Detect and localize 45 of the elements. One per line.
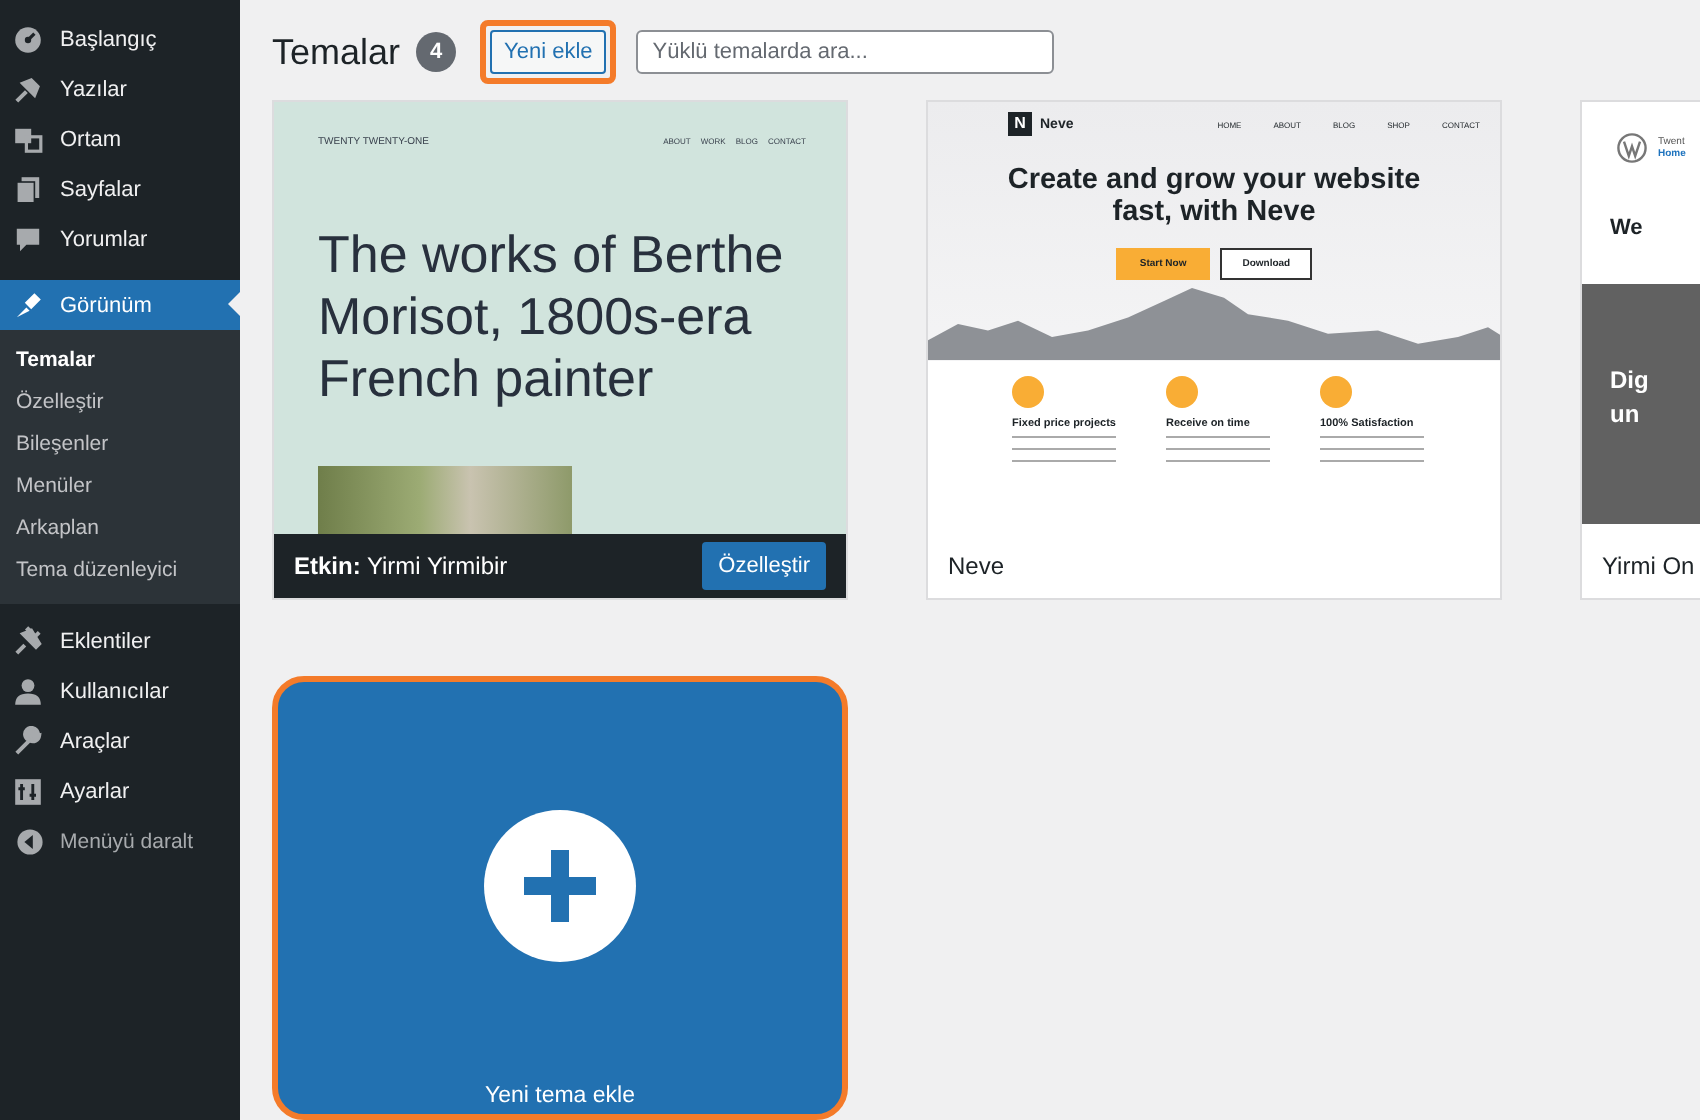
add-theme-label: Yeni tema ekle <box>484 1084 635 1108</box>
sliders-icon <box>12 775 44 807</box>
active-theme-label: Etkin: Yirmi Yirmibir <box>294 552 508 580</box>
submenu-item[interactable]: Arkaplan <box>0 508 240 550</box>
submenu-item[interactable]: Bileşenler <box>0 424 240 466</box>
search-field[interactable]: Yüklü temalarda ara... <box>636 30 1055 74</box>
theme-name: Yirmi On <box>1602 552 1695 580</box>
submenu-item[interactable]: Tema düzenleyici <box>0 550 240 592</box>
sidebar-item[interactable]: Yazılar <box>0 64 240 114</box>
submenu-item[interactable]: Özelleştir <box>0 382 240 424</box>
submenu-item[interactable]: Menüler <box>0 466 240 508</box>
sidebar-item[interactable]: Görünüm <box>0 280 240 330</box>
page-title: Temalar <box>272 31 401 73</box>
collapse-menu-button[interactable]: Menüyü daralt <box>0 816 240 866</box>
wordpress-logo-icon <box>1616 132 1648 164</box>
banner-text: Dig <box>1610 364 1651 398</box>
theme-name: Neve <box>948 552 1005 580</box>
sidebar-item[interactable]: Eklentiler <box>0 616 240 666</box>
pin-icon <box>12 73 44 105</box>
count-badge: 4 <box>416 32 457 72</box>
sidebar-item[interactable]: Kullanıcılar <box>0 666 240 716</box>
plug-icon <box>12 625 44 657</box>
customize-button[interactable]: Özelleştir <box>702 542 826 590</box>
sidebar-item[interactable]: Başlangıç <box>0 14 240 64</box>
preview-heading: We <box>1608 214 1645 244</box>
add-theme-card[interactable]: Yeni tema ekle <box>272 676 848 1120</box>
paintbrush-icon <box>12 289 44 321</box>
sidebar-item[interactable]: Yorumlar <box>0 214 240 264</box>
sidebar-item[interactable]: Ayarlar <box>0 766 240 816</box>
dashboard-icon <box>12 23 44 55</box>
wrench-icon <box>12 725 44 757</box>
sidebar-item[interactable]: Ortam <box>0 114 240 164</box>
logo-mark: N <box>1008 112 1032 136</box>
comment-icon <box>12 223 44 255</box>
submenu-item[interactable]: Temalar <box>0 340 240 382</box>
preview-heading: The works of Berthe Morisot, 1800s-era French painter <box>316 222 786 410</box>
sidebar-item[interactable]: Araçlar <box>0 716 240 766</box>
user-icon <box>12 675 44 707</box>
preview-heading: Create and grow your website fast, with Neve <box>1005 162 1423 228</box>
sidebar-item[interactable]: Sayfalar <box>0 164 240 214</box>
plus-icon <box>484 810 636 962</box>
banner-text: un <box>1610 398 1642 432</box>
media-icon <box>12 123 44 155</box>
pages-icon <box>12 173 44 205</box>
add-new-button[interactable]: Yeni ekle <box>490 30 607 74</box>
